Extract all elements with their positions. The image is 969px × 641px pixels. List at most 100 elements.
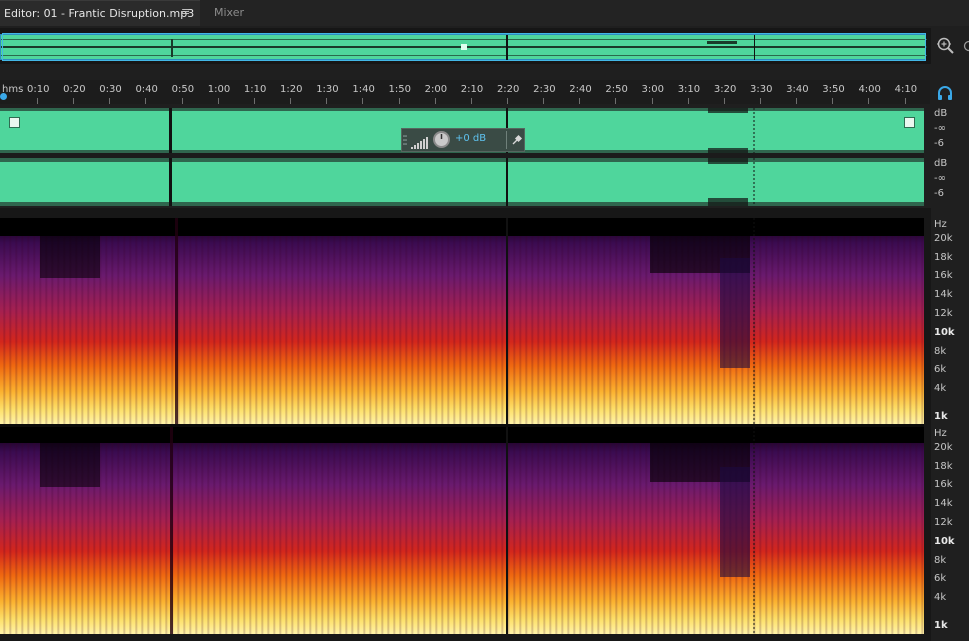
hz-scale-label: 8k	[934, 345, 947, 357]
hz-scale-label: 14k	[934, 289, 953, 300]
hud-separator	[506, 131, 507, 149]
waveform-channel-right[interactable]	[0, 158, 924, 206]
playhead-handle[interactable]	[0, 93, 7, 100]
ruler-tick-label: 0:40	[135, 84, 158, 95]
ruler-tick	[253, 98, 255, 104]
db-scale-label: dB	[934, 158, 948, 169]
hz-scale-label: 1k	[934, 620, 948, 631]
hz-scale-label: 12k	[934, 308, 953, 319]
overview-visible-range[interactable]	[2, 33, 926, 61]
tab-mixer[interactable]: Mixer	[214, 0, 244, 26]
hz-scale-label: 20k	[934, 442, 953, 453]
hz-scale-label: 16k	[934, 270, 953, 281]
ruler-tick	[506, 98, 508, 104]
ruler-tick-label: 2:40	[569, 84, 592, 95]
ruler-tick	[687, 98, 689, 104]
ruler-tick	[796, 98, 798, 104]
ruler-tick	[651, 98, 653, 104]
ruler-tick-label: 2:00	[424, 84, 448, 95]
ruler-tick-label: 0:30	[99, 84, 122, 95]
db-scale-label: dB	[934, 108, 948, 119]
ruler-tick-label: 3:40	[786, 84, 809, 95]
hz-scale-label: 18k	[934, 251, 953, 263]
ruler-tick	[723, 98, 725, 104]
db-scale-label: -∞	[934, 173, 946, 184]
ruler-tick-label: 2:20	[496, 84, 520, 95]
hud-grip-icon[interactable]	[403, 133, 407, 147]
level-meter-icon	[411, 134, 429, 149]
zoom-out-icon[interactable]	[962, 40, 969, 54]
ruler-tick	[73, 98, 75, 104]
spectrogram-left-overlay	[0, 218, 924, 424]
gain-knob[interactable]	[433, 131, 450, 148]
ruler-tick	[868, 98, 870, 104]
ruler-tick-label: 2:10	[460, 84, 484, 95]
ruler-tick	[904, 98, 906, 104]
hz-scale-label: 8k	[934, 554, 947, 566]
spectrogram-right-overlay	[0, 427, 924, 634]
ruler-tick-label: 1:30	[316, 84, 339, 95]
hz-scale-label: 4k	[934, 592, 947, 603]
ruler-tick	[579, 98, 581, 104]
pin-icon[interactable]	[511, 134, 523, 146]
ruler-tick	[290, 98, 292, 104]
ruler-tick-label: 3:10	[677, 84, 701, 95]
hz-unit-label: Hz	[934, 428, 947, 439]
ruler-tick-label: 3:30	[750, 84, 773, 95]
headphones-icon[interactable]	[937, 85, 953, 100]
waveform-right-graphic	[0, 158, 924, 206]
hz-scale-label: 6k	[934, 573, 947, 584]
ruler-tick	[109, 98, 111, 104]
hz-scale-label: 6k	[934, 364, 947, 375]
ruler-tick-label: 0:20	[63, 84, 86, 95]
zoom-in-icon[interactable]	[936, 36, 956, 56]
db-scale-label: -6	[934, 138, 944, 149]
ruler-tick	[37, 98, 38, 104]
hz-scale-label: 12k	[934, 517, 953, 528]
hz-scale-label: 10k	[934, 535, 955, 547]
tab-editor[interactable]: Editor: 01 - Frantic Disruption.mp3	[0, 0, 200, 26]
fade-out-handle[interactable]	[904, 117, 915, 128]
ruler-tick-label: 3:00	[641, 84, 665, 95]
ruler-tick	[217, 98, 219, 104]
ruler-tick	[760, 98, 761, 104]
ruler-tick-label: 0:10	[27, 84, 50, 95]
ruler-tick	[434, 98, 436, 104]
ruler-tick-label: 4:10	[894, 84, 918, 95]
ruler-tick-label: 2:50	[605, 84, 628, 95]
gain-value[interactable]: +0 dB	[455, 133, 486, 144]
ruler-tick-label: 4:00	[858, 84, 881, 95]
ruler-tick-label: 1:20	[280, 84, 303, 95]
ruler-tick	[615, 98, 617, 104]
ruler-tick-label: 1:00	[207, 84, 231, 95]
ruler-tick	[470, 98, 472, 104]
hz-scale-label: 18k	[934, 460, 953, 472]
ruler-tick	[398, 98, 400, 104]
hz-unit-label: Hz	[934, 219, 947, 230]
hz-scale-label: 1k	[934, 411, 948, 422]
ruler-tick	[145, 98, 147, 104]
ruler-tick-label: 1:50	[388, 84, 411, 95]
ruler-tick	[543, 98, 545, 104]
hz-scale-label: 16k	[934, 479, 953, 490]
spectrogram-channel-right[interactable]	[0, 427, 924, 634]
ruler-tick	[362, 98, 364, 104]
ruler-tick-label: 1:10	[243, 84, 267, 95]
fade-in-handle[interactable]	[9, 117, 20, 128]
ruler-tick-label: 1:40	[352, 84, 375, 95]
db-scale-label: -6	[934, 188, 944, 199]
hz-scale-label: 14k	[934, 498, 953, 509]
ruler-tick-label: 2:30	[533, 84, 556, 95]
tab-editor-label: Editor: 01 - Frantic Disruption.mp3	[4, 7, 195, 20]
db-scale-label: -∞	[934, 123, 946, 134]
ruler-tick-label: 3:50	[822, 84, 845, 95]
hz-scale-label: 10k	[934, 326, 955, 338]
ruler-tick-label: 3:20	[713, 84, 737, 95]
ruler-tick-label: 0:50	[171, 84, 195, 95]
panel-resize-grip-icon[interactable]	[486, 210, 512, 225]
panel-menu-icon[interactable]: ≡	[181, 6, 193, 18]
ruler-tick	[832, 98, 834, 104]
ruler-tick	[326, 98, 328, 104]
spectrogram-channel-left[interactable]	[0, 218, 924, 424]
hz-scale-label: 20k	[934, 233, 953, 244]
